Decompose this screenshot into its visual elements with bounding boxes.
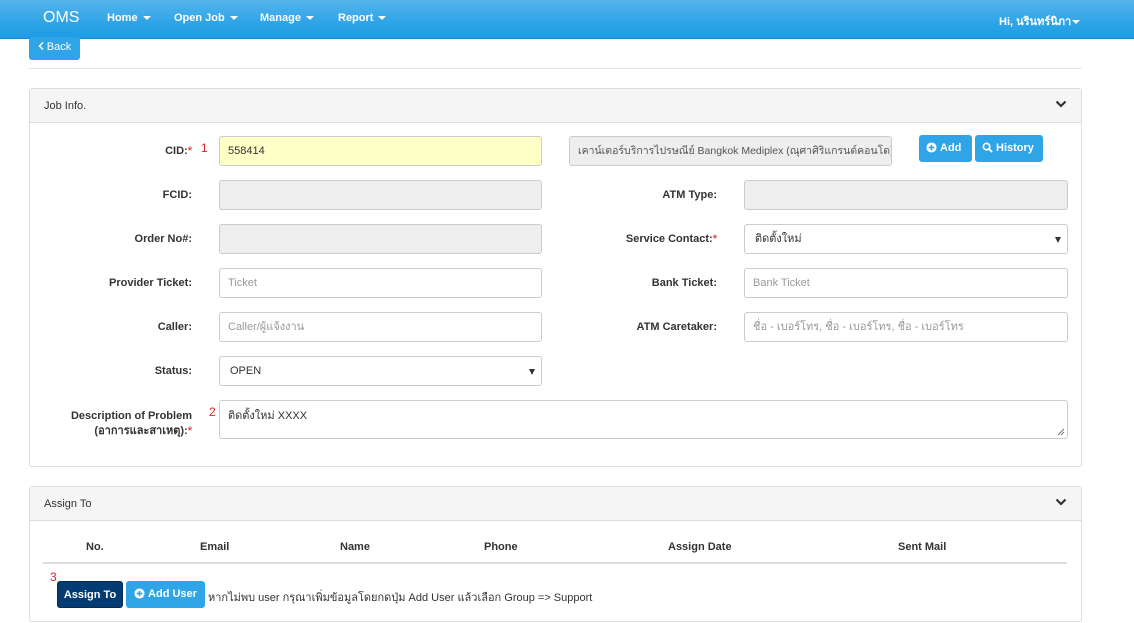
brand-logo[interactable]: OMS [43,9,79,27]
caret-down-icon [1072,20,1081,25]
dropdown-arrow-icon [529,369,535,375]
col-sent-mail: Sent Mail [898,541,947,553]
status-value: OPEN [230,365,262,377]
service-contact-value: ติดตั้งใหม่ [755,233,802,245]
cid-label-text: CID: [165,145,188,157]
service-contact-select[interactable]: ติดตั้งใหม่ [744,224,1068,254]
status-label: Status: [154,365,192,377]
caret-down-icon [142,16,151,21]
nav-report-label: Report [338,12,374,24]
user-menu[interactable]: Hi, นรินทร์นิภา [999,12,1081,30]
chevron-left-icon [38,42,44,51]
panel-title: Assign To [44,498,92,510]
service-contact-label: Service Contact:* [600,233,717,245]
divider [29,68,1082,69]
top-navbar: OMS Home Open Job Manage Report Hi, นริน… [0,0,1134,39]
caret-down-icon [229,16,238,21]
atm-type-label: ATM Type: [662,189,717,201]
nav-open-job[interactable]: Open Job [174,12,238,24]
description-label: Description of Problem (อาการและสาเหตุ):… [40,409,192,439]
provider-ticket-label: Provider Ticket: [109,277,192,289]
add-button-label: Add [940,142,962,154]
description-label-line2: (อาการและสาเหตุ): [94,425,188,437]
atm-caretaker-label: ATM Caretaker: [636,321,718,333]
caller-label: Caller: [157,321,192,333]
atm-type-input [744,180,1068,210]
job-info-header[interactable]: Job Info. [30,89,1081,123]
add-user-button-label: Add User [148,588,197,600]
caret-down-icon [305,16,314,21]
description-label-line1: Description of Problem [70,410,192,422]
nav-report[interactable]: Report [338,12,387,24]
description-textarea[interactable]: ติดตั้งใหม่ XXXX [219,400,1068,439]
table-header-divider [43,562,1067,564]
col-phone: Phone [484,541,518,553]
order-no-label: Order No#: [134,233,192,245]
required-mark: * [187,145,192,157]
nav-manage[interactable]: Manage [260,12,314,24]
col-email: Email [200,541,230,553]
dropdown-arrow-icon [1055,237,1061,243]
required-mark: * [712,233,717,245]
chevron-down-icon[interactable] [1055,98,1067,110]
required-mark: * [187,425,192,437]
add-button[interactable]: Add [919,135,972,162]
order-no-input [219,224,542,254]
plus-circle-icon [134,588,145,599]
history-button-label: History [996,142,1034,154]
nav-home[interactable]: Home [107,12,151,24]
marker-3: 3 [50,570,57,584]
col-name: Name [340,541,370,553]
back-button[interactable]: Back [29,37,80,60]
fcid-input [219,180,542,210]
panel-title: Job Info. [44,100,87,112]
cid-name-display: เคาน์เตอร์บริการไปรษณีย์ Bangkok Mediple… [569,136,892,166]
history-button[interactable]: History [975,135,1043,162]
cid-input[interactable] [219,136,542,166]
provider-ticket-input[interactable] [219,268,542,298]
nav-home-label: Home [107,12,138,24]
bank-ticket-input[interactable] [744,268,1068,298]
fcid-label: FCID: [162,189,192,201]
assign-to-button[interactable]: Assign To [57,581,123,608]
add-user-button[interactable]: Add User [126,581,205,608]
chevron-down-icon[interactable] [1055,496,1067,508]
marker-1: 1 [201,141,208,155]
resize-grip-icon[interactable] [1057,428,1065,436]
caller-input[interactable] [219,312,542,342]
cid-label: CID:* [100,145,192,157]
status-select[interactable]: OPEN [219,356,542,386]
marker-2: 2 [209,405,216,419]
bank-ticket-label: Bank Ticket: [651,277,717,289]
assign-to-header[interactable]: Assign To [30,487,1081,521]
plus-circle-icon [926,142,937,153]
search-icon [982,142,993,153]
col-assign-date: Assign Date [668,541,732,553]
nav-open-job-label: Open Job [174,12,225,24]
user-greeting: Hi, นรินทร์นิภา [999,16,1072,28]
atm-caretaker-input[interactable] [744,312,1068,342]
nav-manage-label: Manage [260,12,301,24]
col-no: No. [86,541,104,553]
service-contact-label-text: Service Contact: [625,233,713,245]
add-user-hint: หากไม่พบ user กรุณาเพิ่มข้อมูลโดยกดปุ่ม … [208,592,593,604]
caret-down-icon [378,16,387,21]
description-value: ติดตั้งใหม่ XXXX [228,410,308,422]
back-button-label: Back [46,41,72,53]
